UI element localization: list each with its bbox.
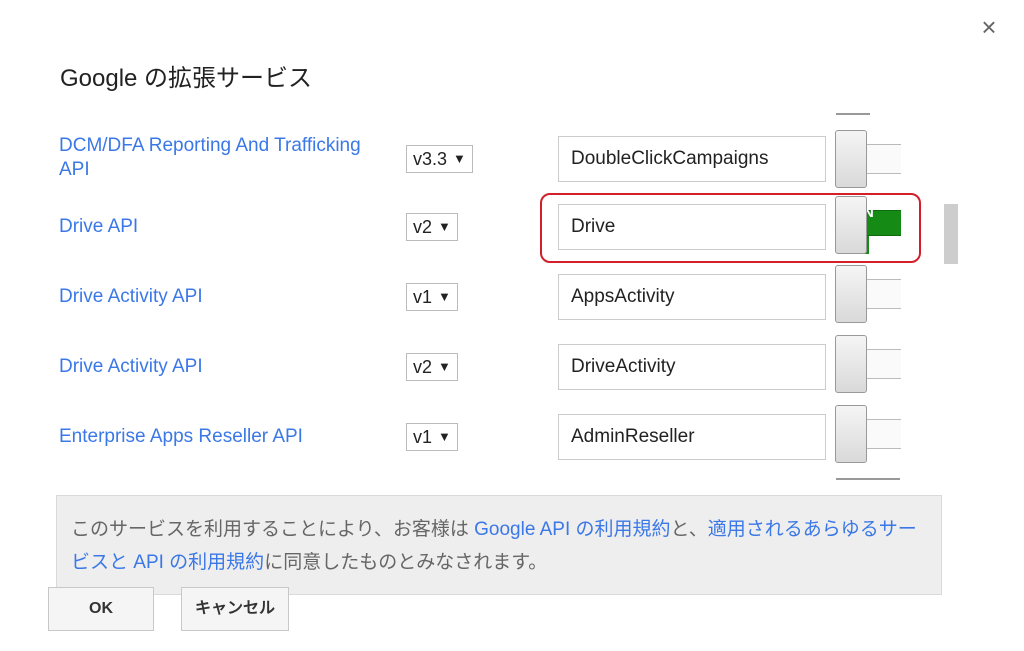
enable-toggle[interactable] xyxy=(833,265,901,325)
version-value: v1 xyxy=(413,427,433,447)
identifier-input[interactable]: DoubleClickCampaigns xyxy=(558,136,826,182)
service-name-link[interactable]: Enterprise Apps Reseller API xyxy=(59,425,389,449)
service-row: Drive Activity API v1 ▼ AppsActivity xyxy=(0,265,1024,343)
identifier-input[interactable]: DriveActivity xyxy=(558,344,826,390)
toggle-track xyxy=(863,419,901,449)
chevron-down-icon: ▼ xyxy=(438,359,451,374)
identifier-input[interactable]: Drive xyxy=(558,204,826,250)
notice-text: と、 xyxy=(670,519,708,540)
version-value: v1 xyxy=(413,287,433,307)
service-row: Drive API v2 ▼ Drive N xyxy=(0,196,1024,273)
chevron-down-icon: ▼ xyxy=(453,151,466,166)
service-row: DCM/DFA Reporting And Trafficking API v3… xyxy=(0,130,1024,202)
chevron-down-icon: ▼ xyxy=(438,289,451,304)
service-row: Enterprise Apps Reseller API v1 ▼ AdminR… xyxy=(0,405,1024,480)
dialog-title: Google の拡張サービス xyxy=(60,65,313,92)
services-list: DCM/DFA Reporting And Trafficking API v3… xyxy=(0,110,1024,480)
identifier-input[interactable]: AppsActivity xyxy=(558,274,826,320)
version-value: v2 xyxy=(413,357,433,377)
version-value: v2 xyxy=(413,217,433,237)
version-select[interactable]: v2 ▼ xyxy=(406,353,458,381)
bottom-divider xyxy=(836,478,900,480)
chevron-down-icon: ▼ xyxy=(438,429,451,444)
google-api-terms-link[interactable]: Google API の利用規約 xyxy=(474,519,670,540)
notice-text: に同意したものとみなされます。 xyxy=(264,552,548,573)
toggle-track xyxy=(863,349,901,379)
service-row: Drive Activity API v2 ▼ DriveActivity xyxy=(0,335,1024,413)
toggle-knob xyxy=(835,130,867,188)
chevron-down-icon: ▼ xyxy=(438,219,451,234)
version-select[interactable]: v1 ▼ xyxy=(406,423,458,451)
version-select[interactable]: v1 ▼ xyxy=(406,283,458,311)
service-name-link[interactable]: Drive Activity API xyxy=(59,285,389,309)
toggle-track xyxy=(863,144,901,174)
toggle-knob xyxy=(835,335,867,393)
toggle-knob xyxy=(835,265,867,323)
identifier-input[interactable]: AdminReseller xyxy=(558,414,826,460)
version-select[interactable]: v2 ▼ xyxy=(406,213,458,241)
toggle-knob xyxy=(835,196,867,254)
service-name-link[interactable]: DCM/DFA Reporting And Trafficking API xyxy=(59,134,389,182)
scrollbar-thumb[interactable] xyxy=(944,204,958,264)
service-name-link[interactable]: Drive API xyxy=(59,215,389,239)
close-icon[interactable]: × xyxy=(976,14,1002,40)
enable-toggle[interactable] xyxy=(833,130,901,190)
terms-notice: このサービスを利用することにより、お客様は Google API の利用規約と、… xyxy=(56,495,942,595)
enable-toggle[interactable]: N xyxy=(833,196,901,256)
ok-button[interactable]: OK xyxy=(48,587,154,631)
version-select[interactable]: v3.3 ▼ xyxy=(406,145,473,173)
enable-toggle[interactable] xyxy=(833,335,901,395)
service-name-link[interactable]: Drive Activity API xyxy=(59,355,389,379)
version-value: v3.3 xyxy=(413,149,448,169)
cancel-button[interactable]: キャンセル xyxy=(181,587,289,631)
notice-text: このサービスを利用することにより、お客様は xyxy=(71,519,475,540)
toggle-knob xyxy=(835,405,867,463)
enable-toggle[interactable] xyxy=(833,405,901,465)
toggle-track xyxy=(863,279,901,309)
